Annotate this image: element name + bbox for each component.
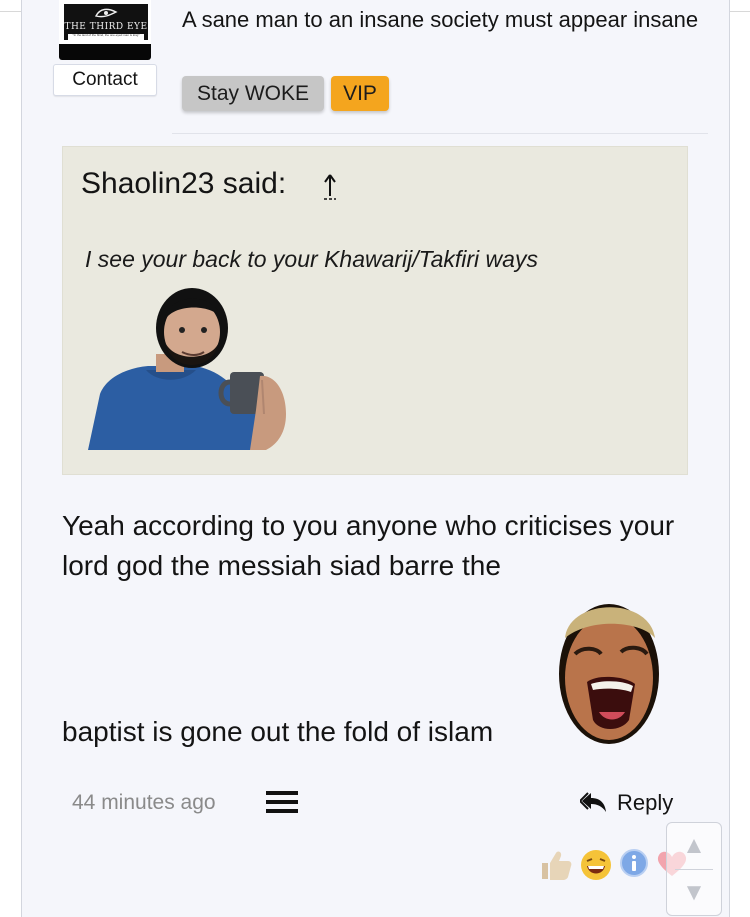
- post-text-line-2: baptist is gone out the fold of islam: [62, 716, 494, 747]
- third-eye-logo: THE THIRD EYE "In the land of the blind,…: [64, 4, 148, 40]
- hamburger-menu-icon[interactable]: [266, 791, 298, 813]
- scroll-controls: ▲ ▼: [666, 822, 722, 916]
- scroll-down-button[interactable]: ▼: [667, 870, 721, 916]
- avatar[interactable]: THE THIRD EYE "In the land of the blind,…: [59, 0, 151, 60]
- logo-tagline: "In the land of the blind, the one-eyed …: [72, 33, 140, 37]
- signature-divider: [172, 133, 708, 134]
- info-icon[interactable]: [619, 848, 649, 878]
- post-timestamp[interactable]: 44 minutes ago: [72, 789, 216, 817]
- badge-stay-woke: Stay WOKE: [182, 76, 324, 111]
- contact-button[interactable]: Contact: [53, 64, 157, 96]
- badge-vip: VIP: [331, 76, 389, 111]
- eye-logo-icon: [94, 8, 118, 18]
- quote-author[interactable]: Shaolin23 said:: [81, 166, 286, 202]
- user-signature: A sane man to an insane society must app…: [182, 7, 699, 32]
- scroll-up-button[interactable]: ▲: [667, 823, 721, 869]
- reply-label: Reply: [617, 790, 674, 815]
- post-text-line-1: Yeah according to you anyone who critici…: [62, 510, 675, 581]
- avatar-footer-bar: [59, 44, 151, 60]
- logo-tagline-box: "In the land of the blind, the one-eyed …: [68, 34, 144, 40]
- logo-title: THE THIRD EYE: [64, 22, 148, 32]
- quote-text: I see your back to your Khawarij/Takfiri…: [85, 246, 538, 272]
- man-holding-mug-image: [88, 288, 286, 450]
- laughing-emoji-icon[interactable]: [579, 848, 613, 882]
- reply-arrow-icon: [580, 792, 606, 812]
- up-arrow-icon[interactable]: [318, 170, 342, 202]
- thumbs-up-icon[interactable]: [539, 848, 573, 882]
